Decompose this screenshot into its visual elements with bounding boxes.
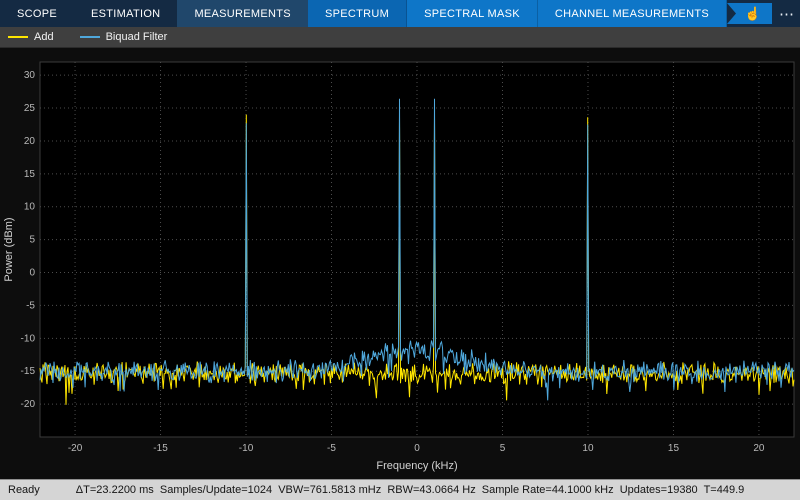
- status-ready: Ready: [8, 484, 40, 496]
- legend-item-biquad-filter[interactable]: Biquad Filter: [79, 31, 168, 43]
- y-tick-labels: 30 25 20 15 10 5 0 -5 -10 -15 -20: [21, 70, 36, 410]
- svg-text:-5: -5: [26, 300, 35, 311]
- plot-area[interactable]: -20 -15 -10 -5 0 5 10 15 20 30 25 20 15 10 5 0 -5 -10 -15-…: [0, 48, 800, 479]
- tab-measurements[interactable]: MEASUREMENTS: [177, 0, 308, 27]
- svg-text:15: 15: [24, 169, 36, 180]
- contextual-tab-group: SPECTRUM SPECTRAL MASK CHANNEL MEASUREME…: [307, 0, 727, 27]
- svg-text:-20: -20: [21, 399, 36, 410]
- svg-text:20: 20: [753, 443, 765, 454]
- svg-text:-15: -15: [153, 443, 168, 454]
- toolstrip-tabbar: SCOPE ESTIMATION MEASUREMENTS SPECTRUM S…: [0, 0, 800, 27]
- svg-text:-10: -10: [239, 443, 254, 454]
- hand-pointer-button[interactable]: ☝: [726, 3, 773, 24]
- svg-text:30: 30: [24, 70, 36, 81]
- spectrum-plot[interactable]: -20 -15 -10 -5 0 5 10 15 20302520151050-5-10-15-…: [0, 48, 800, 481]
- svg-text:10: 10: [582, 443, 594, 454]
- svg-text:-10: -10: [21, 333, 36, 344]
- svg-text:10: 10: [24, 202, 36, 213]
- y-axis-label: Power (dBm): [3, 217, 15, 281]
- hand-pointer-icon: ☝: [744, 6, 762, 21]
- svg-text:5: 5: [29, 235, 35, 246]
- status-measurements: ΔT=23.2200 ms Samples/Update=1024 VBW=76…: [75, 484, 745, 496]
- legend-label-biquad-filter: Biquad Filter: [105, 31, 168, 43]
- svg-text:0: 0: [29, 268, 35, 279]
- legend-item-add[interactable]: Add: [8, 31, 54, 43]
- status-bar: Ready ΔT=23.2200 ms Samples/Update=1024 …: [0, 479, 800, 500]
- spectrum-analyzer-window: SCOPE ESTIMATION MEASUREMENTS SPECTRUM S…: [0, 0, 800, 500]
- x-tick-labels: -20 -15 -10 -5 0 5 10 15 20: [68, 443, 765, 454]
- x-axis-label: Frequency (kHz): [376, 460, 457, 472]
- svg-text:5: 5: [500, 443, 506, 454]
- svg-text:15: 15: [668, 443, 680, 454]
- svg-text:0: 0: [414, 443, 420, 454]
- svg-text:20: 20: [24, 136, 36, 147]
- legend-swatch-add: [8, 36, 28, 38]
- legend-swatch-biquad-filter: [79, 36, 100, 38]
- tab-spectral-mask[interactable]: SPECTRAL MASK: [407, 0, 538, 27]
- tab-spectrum[interactable]: SPECTRUM: [307, 0, 408, 27]
- legend-label-add: Add: [34, 31, 54, 43]
- tab-channel-measurements[interactable]: CHANNEL MEASUREMENTS: [538, 0, 727, 27]
- tab-estimation[interactable]: ESTIMATION: [74, 0, 177, 27]
- svg-text:-20: -20: [68, 443, 83, 454]
- more-options-button[interactable]: ⋯: [774, 0, 800, 27]
- svg-text:-15: -15: [21, 366, 36, 377]
- tab-scope[interactable]: SCOPE: [0, 0, 74, 27]
- svg-text:-5: -5: [327, 443, 336, 454]
- legend-bar: Add Biquad Filter: [0, 27, 800, 48]
- svg-text:25: 25: [24, 103, 36, 114]
